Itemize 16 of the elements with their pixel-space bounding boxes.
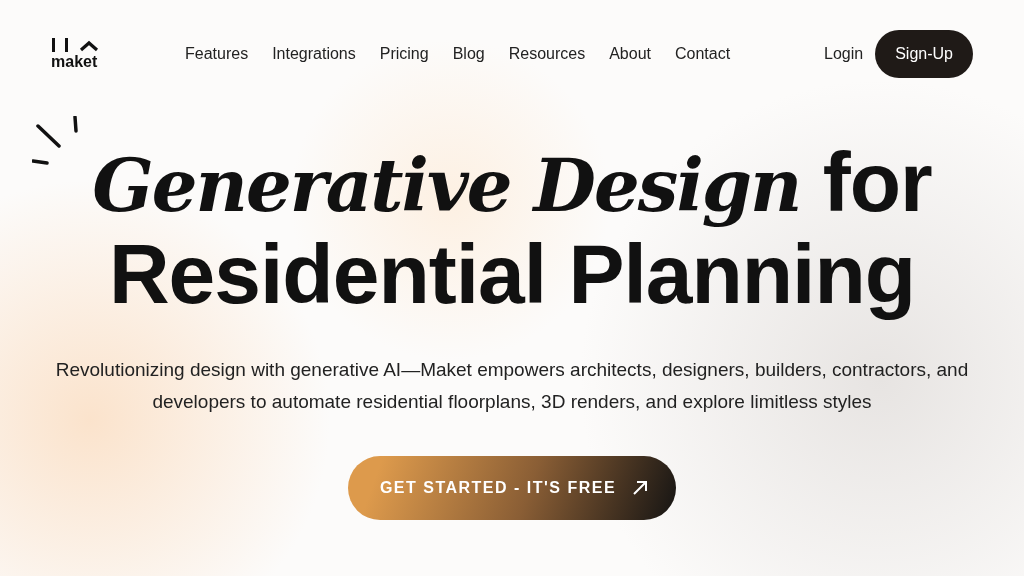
nav-link[interactable]: Integrations bbox=[272, 45, 356, 63]
nav-link[interactable]: Pricing bbox=[379, 45, 429, 63]
headline: Generative Design for bbox=[92, 138, 932, 230]
nav-link[interactable]: Resources bbox=[508, 45, 586, 63]
nav-link[interactable]: Contact bbox=[675, 45, 731, 63]
get-started-button[interactable]: GET STARTED - IT'S FREE bbox=[347, 456, 677, 520]
login-link[interactable]: Login bbox=[824, 45, 864, 63]
headline: Residential Planning bbox=[108, 230, 916, 318]
nav-link[interactable]: Features bbox=[185, 45, 249, 63]
signup-button[interactable]: Sign-Up bbox=[875, 30, 973, 78]
nav-link[interactable]: Blog bbox=[452, 45, 485, 63]
nav-link[interactable]: About bbox=[609, 45, 651, 63]
subtitle: Revolutionizing design with generative AI—Maket empowers architects, designers, builders, contractors, and developers to automate residential floorplans, 3D renders, and explore limitless styles bbox=[54, 358, 970, 414]
logo-text: maket bbox=[51, 54, 98, 70]
arrow-icon bbox=[632, 480, 649, 496]
logo-icon bbox=[51, 38, 99, 52]
